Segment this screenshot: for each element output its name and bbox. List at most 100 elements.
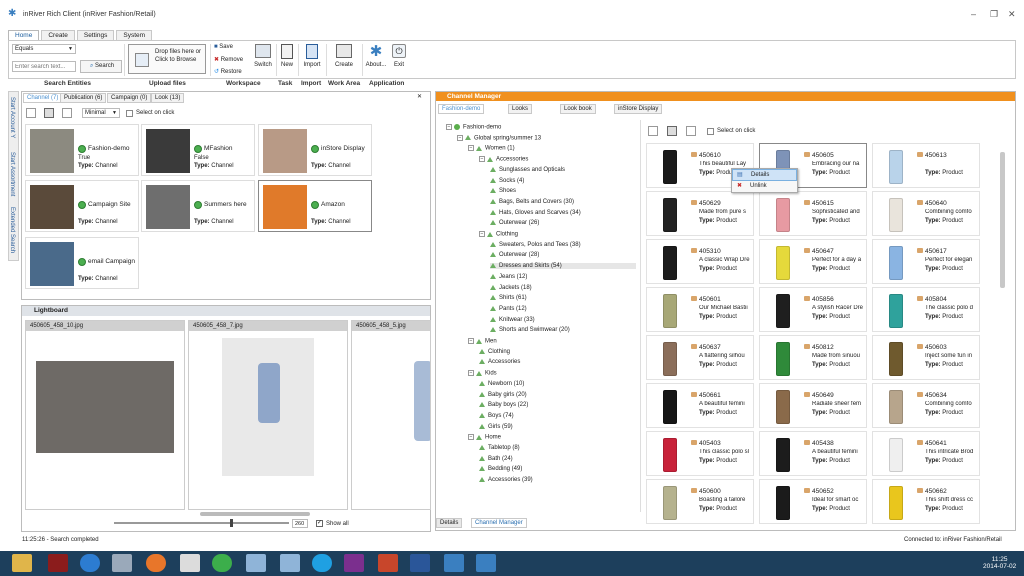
word-icon[interactable] (410, 554, 430, 572)
side-tab-extended-search[interactable]: Extended Search (9, 207, 15, 253)
remove-button[interactable]: ✖ Remove (214, 56, 243, 63)
restore-button[interactable]: ↺ Restore (214, 68, 242, 75)
tree-node[interactable]: Hats, Gloves and Scarves (34) (490, 209, 581, 216)
upload-dropzone[interactable]: Drop files here or Click to Browse (128, 44, 206, 74)
channel-card[interactable]: Amazon Type: Channel (258, 180, 372, 232)
minimize-icon[interactable]: – (971, 9, 976, 19)
inriver-icon[interactable] (444, 554, 464, 572)
expand-toggle-icon[interactable]: − (479, 156, 485, 163)
view-mode-select[interactable]: Minimal ▼ (82, 108, 120, 118)
tree-node[interactable]: Shoes (490, 188, 516, 194)
close-icon[interactable]: ✕ (1008, 9, 1016, 20)
save-button[interactable]: ■ Save (214, 44, 233, 50)
product-card[interactable]: 450637 A flattering silhou Type: Product (646, 335, 754, 380)
product-card[interactable]: 450603 Inject some fun in Type: Product (872, 335, 980, 380)
product-card[interactable]: 450661 A beautiful femini Type: Product (646, 383, 754, 428)
tree-node[interactable]: Shorts and Swimwear (20) (490, 327, 570, 333)
tree-node[interactable]: Outerwear (28) (490, 252, 539, 258)
tree-node[interactable]: Bedding (49) (479, 466, 522, 472)
tree-node[interactable]: − Accessories (479, 156, 528, 163)
onenote-icon[interactable] (344, 554, 364, 572)
tab-publication[interactable]: Publication (6) (60, 93, 107, 103)
side-tab-assortment[interactable]: Start Assortment (9, 152, 15, 196)
create-workarea-button[interactable]: Create (332, 44, 356, 68)
tab-details[interactable]: Details (436, 518, 463, 528)
app-icon[interactable] (180, 554, 200, 572)
exit-button[interactable]: ⏻ Exit (391, 44, 407, 68)
channel-card[interactable]: Campaign Site Type: Channel (25, 180, 139, 232)
product-card[interactable]: 405310 A classic Wrap Dre Type: Product (646, 239, 754, 284)
lightboard-image-1[interactable]: 450605_458_10.jpg (25, 320, 185, 510)
menu-item-unlink[interactable]: ✖ Unlink (732, 181, 797, 192)
tab-instore-display[interactable]: inStore Display (614, 104, 663, 114)
tree-node[interactable]: Sweaters, Polos and Tees (38) (490, 241, 581, 248)
channel-card[interactable]: MFashion False Type: Channel (141, 124, 255, 176)
tree-node[interactable]: Pants (12) (490, 305, 527, 312)
internet-explorer-icon[interactable] (80, 554, 100, 572)
tree-node[interactable]: − Fashion-demo (446, 124, 501, 131)
tab-look[interactable]: Look (13) (151, 93, 185, 103)
search-input[interactable] (12, 61, 76, 72)
zoom-value[interactable]: 260 (292, 519, 308, 528)
menu-item-details[interactable]: ▤ Details (732, 169, 797, 181)
tab-channel-manager[interactable]: Channel Manager (471, 518, 527, 528)
tree-node[interactable]: Shirts (61) (490, 295, 527, 301)
tab-campaign[interactable]: Campaign (0) (107, 93, 152, 103)
product-card[interactable]: 405856 A stylish Racer Dre Type: Product (759, 287, 867, 332)
product-card[interactable]: 450600 Boasting a tailore Type: Product (646, 479, 754, 524)
tree-node[interactable]: Boys (74) (479, 412, 514, 419)
search-button[interactable]: ⌕ Search (80, 60, 122, 73)
product-card[interactable]: 450649 Radiate sheer fem Type: Product (759, 383, 867, 428)
product-card[interactable]: 450647 Perfect for a day a Type: Product (759, 239, 867, 284)
tree-node[interactable]: Accessories (479, 359, 520, 365)
product-card[interactable]: 405804 The classic polo d Type: Product (872, 287, 980, 332)
lightboard-image-3[interactable]: 450605_458_5.jpg (351, 320, 431, 510)
show-all-checkbox[interactable]: ✓ (316, 520, 323, 527)
product-card[interactable]: 450641 This intricate Brod Type: Product (872, 431, 980, 476)
maximize-icon[interactable]: ❐ (990, 9, 998, 20)
product-card[interactable]: 450615 Sophisticated and Type: Product (759, 191, 867, 236)
product-card[interactable]: 450640 Combining comfo Type: Product (872, 191, 980, 236)
view-grid-icon[interactable] (648, 126, 658, 136)
tab-looks[interactable]: Looks (508, 104, 533, 114)
view-grid-icon[interactable] (26, 108, 36, 118)
channel-card[interactable]: inStore Display Type: Channel (258, 124, 372, 176)
zoom-slider-handle[interactable] (230, 519, 233, 527)
app-icon[interactable] (280, 554, 300, 572)
inriver-icon[interactable] (476, 554, 496, 572)
tree-node[interactable]: − Women (1) (468, 145, 515, 152)
tree-node[interactable]: − Home (468, 434, 501, 441)
expand-toggle-icon[interactable]: − (468, 145, 474, 152)
expand-toggle-icon[interactable]: − (468, 434, 474, 441)
expand-toggle-icon[interactable]: − (468, 370, 474, 377)
product-card[interactable]: 450652 Ideal for smart oc Type: Product (759, 479, 867, 524)
tree-node[interactable]: Jeans (12) (490, 273, 527, 280)
product-card[interactable]: 405403 This classic polo sl Type: Product (646, 431, 754, 476)
product-card[interactable]: 450601 Our Michael Bastii Type: Product (646, 287, 754, 332)
product-card[interactable]: 450662 This shift dress cc Type: Product (872, 479, 980, 524)
select-on-click-checkbox[interactable] (707, 128, 714, 135)
tree-node[interactable]: Baby girls (20) (479, 391, 527, 398)
expand-toggle-icon[interactable]: − (457, 134, 463, 141)
tree-node[interactable]: Dresses and Skirts (54) (490, 263, 636, 270)
search-mode-select[interactable]: Equals ▼ (12, 44, 76, 54)
view-tiles-icon[interactable] (44, 108, 54, 118)
import-button[interactable]: Import (301, 44, 323, 68)
tree-node[interactable]: Jackets (18) (490, 284, 532, 291)
tree-node[interactable]: Bags, Belts and Covers (30) (490, 198, 574, 205)
tree-node[interactable]: Accessories (39) (479, 477, 533, 483)
firefox-icon[interactable] (146, 554, 166, 572)
product-card[interactable]: 450812 Made from sinuou Type: Product (759, 335, 867, 380)
close-icon[interactable]: ✕ (417, 93, 422, 100)
tree-node[interactable]: Girls (59) (479, 423, 513, 430)
view-tiles-icon[interactable] (667, 126, 677, 136)
tree-node[interactable]: − Clothing (479, 231, 518, 238)
tree-node[interactable]: Newborn (10) (479, 380, 524, 387)
tree-node[interactable]: Sunglasses and Opticals (490, 166, 565, 173)
tree-node[interactable]: Clothing (479, 348, 510, 355)
product-card[interactable]: 405438 A beautiful femini Type: Product (759, 431, 867, 476)
app-icon[interactable] (246, 554, 266, 572)
antivirus-icon[interactable] (48, 554, 68, 572)
switch-button[interactable]: Switch (252, 44, 274, 68)
view-list-icon[interactable] (62, 108, 72, 118)
